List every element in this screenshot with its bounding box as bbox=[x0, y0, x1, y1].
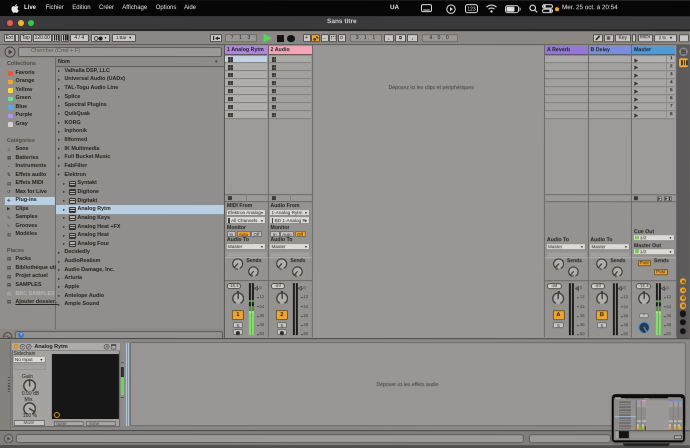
svg-text:123: 123 bbox=[467, 7, 476, 13]
